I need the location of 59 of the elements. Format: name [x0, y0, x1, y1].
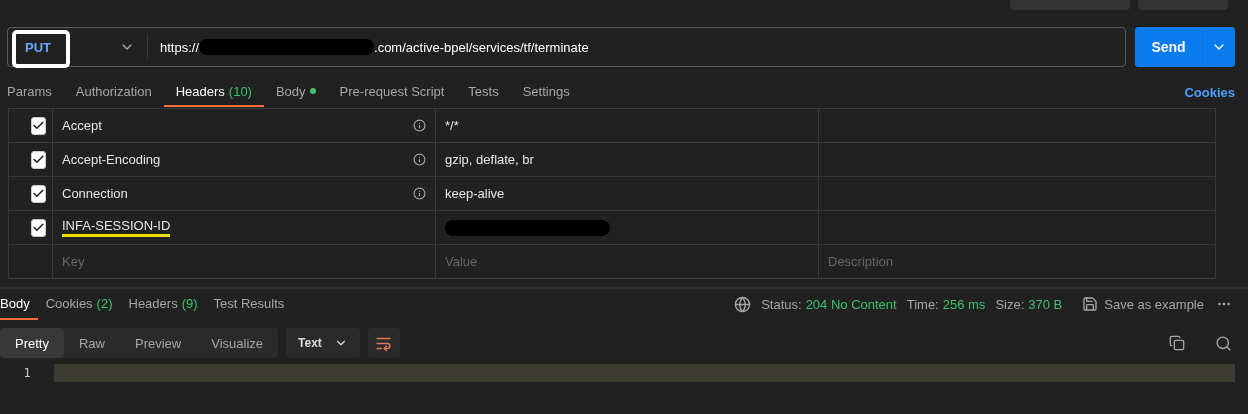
header-key: Accept — [62, 118, 102, 133]
copy-icon[interactable] — [1169, 335, 1185, 351]
response-tab[interactable]: Cookies (2) — [37, 288, 121, 320]
header-key: Connection — [62, 186, 128, 201]
request-tab[interactable]: Pre-request Script — [327, 77, 457, 107]
request-tab[interactable]: Authorization — [63, 77, 164, 107]
checkbox[interactable] — [31, 150, 46, 169]
status-value: 256 ms — [942, 296, 986, 312]
line-number: 1 — [22, 366, 32, 380]
annotation-box — [12, 30, 70, 68]
search-icon[interactable] — [1215, 334, 1232, 352]
tab-count: (9) — [181, 295, 198, 311]
save-icon — [1082, 296, 1099, 312]
info-icon[interactable] — [413, 187, 426, 200]
header-value: */* — [445, 118, 459, 133]
checkbox[interactable] — [31, 218, 46, 237]
response-tab[interactable]: Body — [0, 288, 38, 320]
method-select[interactable]: PUT — [25, 39, 51, 55]
status-value: 204 No Content — [805, 296, 897, 312]
header-value: keep-alive — [445, 186, 505, 201]
cookies-link[interactable]: Cookies — [1184, 84, 1235, 100]
check-icon — [32, 187, 45, 200]
view-mode-tab[interactable]: Visualize — [196, 328, 279, 358]
status-label: Time: — [906, 296, 939, 312]
key-field[interactable]: Key — [62, 254, 426, 269]
request-tab[interactable]: Params — [7, 77, 64, 107]
url-text: https:// — [160, 39, 200, 55]
save-example-button[interactable]: Save as example — [1082, 296, 1204, 312]
description-field[interactable]: Description — [828, 254, 1206, 269]
tab-count: (10) — [228, 83, 252, 99]
send-button[interactable]: Send — [1135, 27, 1203, 67]
status-label: Size: — [995, 296, 1025, 312]
check-icon — [32, 119, 45, 132]
format-select[interactable]: Text — [286, 328, 360, 358]
view-mode-tab[interactable]: Preview — [120, 328, 197, 358]
request-tab[interactable]: Settings — [510, 77, 582, 107]
checkbox[interactable] — [31, 184, 46, 203]
view-mode-tab[interactable]: Pretty — [0, 328, 64, 358]
response-tab[interactable]: Headers (9) — [120, 288, 206, 320]
info-icon[interactable] — [413, 119, 426, 132]
url-field[interactable]: PUT https:// .com/active-bpel/services/tf/terminate — [7, 27, 1126, 67]
status-value: 370 B — [1028, 296, 1063, 312]
check-icon — [32, 221, 45, 234]
checkbox[interactable] — [31, 116, 46, 135]
request-tab[interactable]: Body — [263, 77, 328, 107]
url-text: .com/active-bpel/services/tf/terminate — [374, 39, 589, 55]
status-label: Status: — [761, 296, 802, 312]
value-field[interactable]: Value — [445, 254, 809, 269]
response-tab[interactable]: Test Results — [205, 288, 293, 320]
info-icon[interactable] — [413, 153, 426, 166]
wrap-button[interactable] — [367, 328, 400, 358]
header-key: Accept-Encoding — [62, 152, 161, 167]
header-key: INFA-SESSION-ID — [62, 218, 171, 237]
check-icon — [32, 153, 45, 166]
view-mode-tab[interactable]: Raw — [63, 328, 120, 358]
request-tab[interactable]: Tests — [456, 77, 511, 107]
header-value: gzip, deflate, br — [445, 152, 534, 167]
tab-count: (2) — [96, 295, 113, 311]
request-tab[interactable]: Headers (10) — [163, 77, 264, 107]
